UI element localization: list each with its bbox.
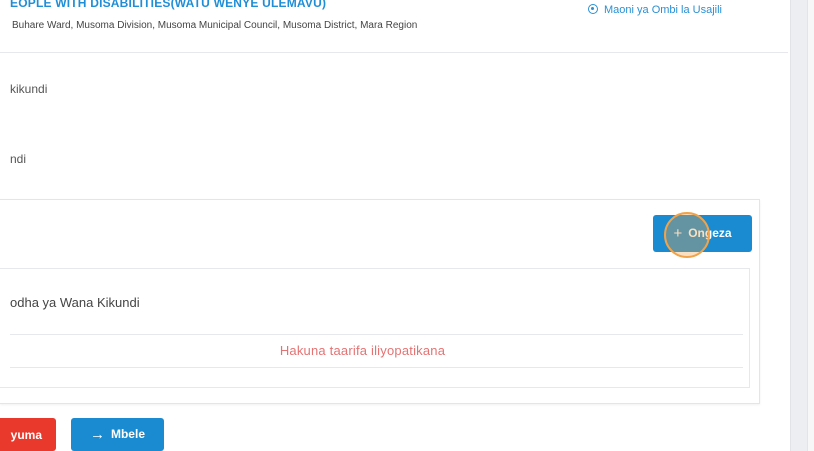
arrow-right-icon: → — [89, 426, 105, 443]
members-table-card — [0, 268, 750, 388]
eye-icon — [588, 4, 598, 14]
group-location: Buhare Ward, Musoma Division, Musoma Mun… — [12, 20, 418, 31]
main-content: EOPLE WITH DISABILITIES(WATU WENYE ULEMA… — [0, 0, 790, 451]
table-divider — [10, 367, 743, 368]
field-label-group: ndi — [10, 152, 27, 166]
empty-message: Hakuna taarifa iliyopatikana — [279, 343, 446, 358]
next-label: Mbele — [110, 427, 145, 441]
back-button[interactable]: yuma — [0, 418, 56, 451]
scrollbar-track[interactable] — [807, 0, 814, 451]
add-member-button[interactable]: + Ongeza — [653, 215, 752, 252]
members-table-title: odha ya Wana Kikundi — [10, 295, 140, 310]
right-panel — [790, 0, 814, 451]
field-label-group-type: kikundi — [10, 82, 48, 96]
review-comments-label: Maoni ya Ombi la Usajili — [604, 4, 722, 16]
review-comments-link[interactable]: Maoni ya Ombi la Usajili — [588, 4, 722, 16]
group-name: EOPLE WITH DISABILITIES(WATU WENYE ULEMA… — [10, 0, 327, 10]
next-button[interactable]: → Mbele — [71, 418, 164, 451]
plus-icon: + — [673, 225, 683, 242]
group-header: EOPLE WITH DISABILITIES(WATU WENYE ULEMA… — [0, 0, 788, 53]
table-divider — [10, 334, 743, 335]
add-member-label: Ongeza — [688, 226, 732, 240]
